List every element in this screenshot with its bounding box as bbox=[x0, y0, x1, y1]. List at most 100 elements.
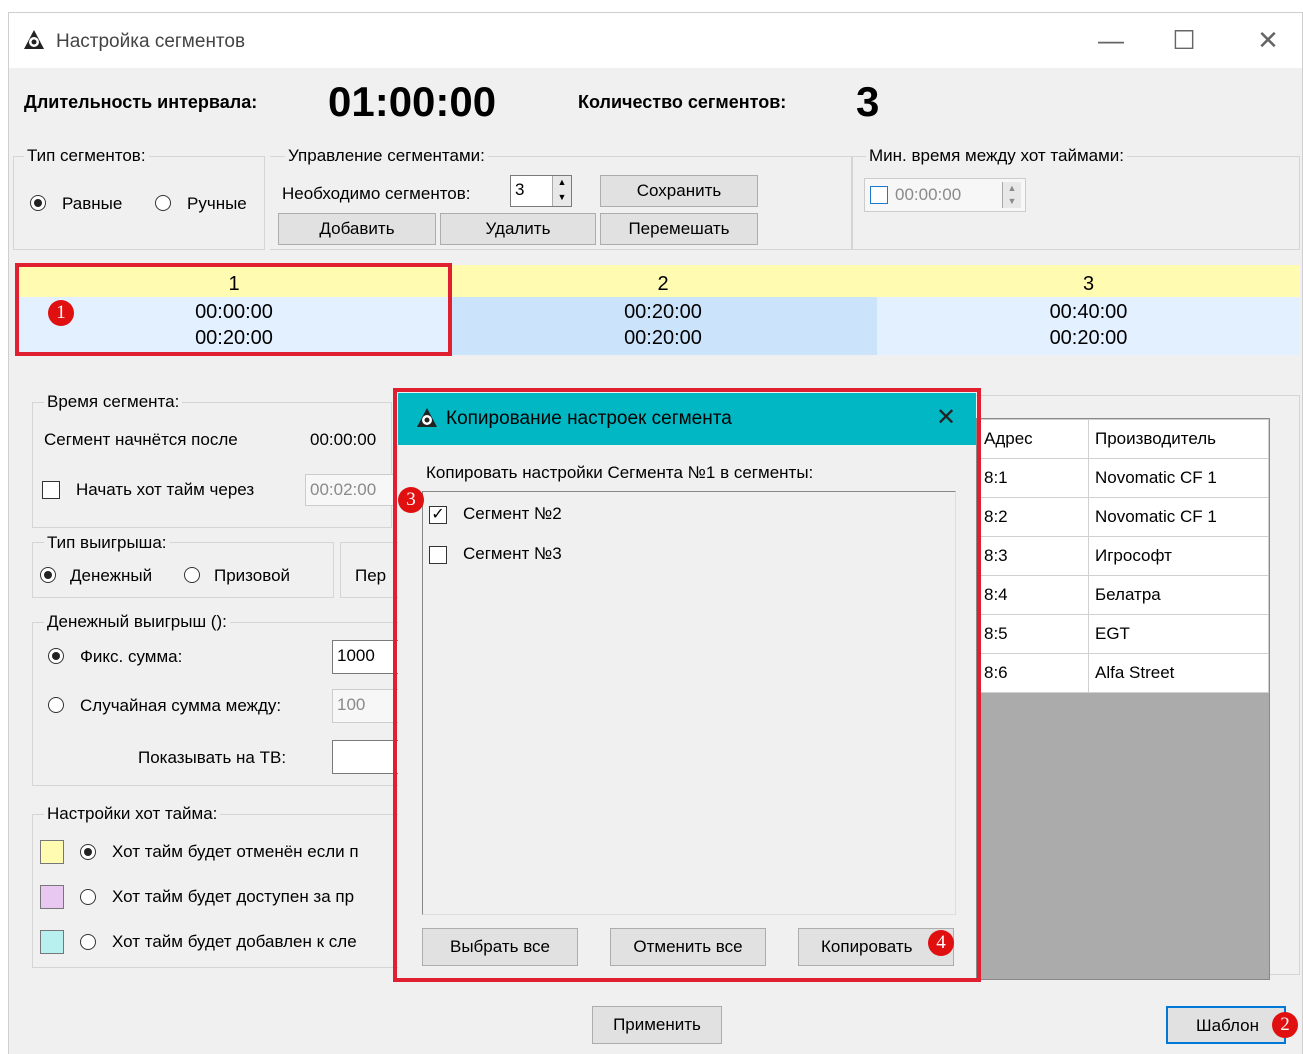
apply-button[interactable]: Применить bbox=[592, 1006, 722, 1044]
app-logo-icon bbox=[24, 30, 44, 49]
segment-start: 00:40:00 bbox=[1049, 301, 1128, 323]
random-sum-radio[interactable] bbox=[48, 697, 64, 713]
min-time-value: 00:00:00 bbox=[895, 185, 962, 204]
min-time-input[interactable]: 00:00:00 ▲ ▼ bbox=[864, 178, 1026, 212]
spin-down-icon[interactable]: ▼ bbox=[552, 191, 571, 206]
equal-radio-label: Равные bbox=[62, 194, 123, 213]
address-cell: 8:1 bbox=[977, 458, 1089, 498]
starts-after-label: Сегмент начнётся после bbox=[44, 430, 238, 449]
fixed-sum-input[interactable]: 1000 bbox=[332, 640, 402, 674]
table-row[interactable]: 8:5 EGT bbox=[977, 614, 1269, 654]
table-row[interactable]: 8:2 Novomatic CF 1 bbox=[977, 497, 1269, 537]
segment-count-value: 3 bbox=[856, 78, 880, 125]
min-spin-up-icon[interactable]: ▲ bbox=[1002, 182, 1021, 195]
address-cell: 8:4 bbox=[977, 575, 1089, 615]
manual-radio-label: Ручные bbox=[187, 194, 247, 213]
title-bar: Настройка сегментов — ☐ ✕ bbox=[9, 13, 1302, 68]
hot-start-label: Начать хот тайм через bbox=[76, 480, 255, 499]
duration-value: 01:00:00 bbox=[328, 78, 497, 125]
needed-segments-value: 3 bbox=[515, 180, 525, 199]
segment-time-group-label: Время сегмента: bbox=[44, 392, 183, 412]
minimize-icon[interactable]: — bbox=[1096, 25, 1126, 55]
min-time-group-label: Мин. время между хот таймами: bbox=[866, 146, 1128, 166]
window-title: Настройка сегментов bbox=[56, 31, 246, 52]
min-time-checkbox[interactable] bbox=[870, 186, 888, 204]
min-spin-down-icon[interactable]: ▼ bbox=[1002, 195, 1021, 208]
segment-type-group-label: Тип сегментов: bbox=[24, 146, 149, 166]
random-sum-input[interactable]: 100 bbox=[332, 689, 402, 723]
prize-radio[interactable] bbox=[184, 567, 200, 583]
needed-segments-stepper[interactable]: 3 ▲ ▼ bbox=[510, 175, 572, 207]
shuffle-button[interactable]: Перемешать bbox=[600, 213, 758, 245]
devices-grid: Адрес Производитель 8:1 Novomatic CF 1 8:… bbox=[976, 418, 1270, 980]
manual-radio[interactable] bbox=[155, 195, 171, 211]
add-button[interactable]: Добавить bbox=[278, 213, 436, 245]
marker-3: 3 bbox=[398, 487, 424, 513]
segment-tile-2[interactable]: 2 00:20:00 00:20:00 bbox=[449, 265, 877, 355]
marker-4: 4 bbox=[928, 930, 954, 956]
starts-after-value: 00:00:00 bbox=[310, 430, 377, 449]
win-type-group-label: Тип выигрыша: bbox=[44, 533, 170, 553]
show-on-tv-label: Показывать на ТВ: bbox=[138, 748, 287, 767]
segment-duration: 00:20:00 bbox=[1049, 327, 1128, 349]
color-swatch-purple[interactable] bbox=[40, 885, 64, 909]
maker-header[interactable]: Производитель bbox=[1088, 419, 1269, 459]
segment-mgmt-group-label: Управление сегментами: bbox=[285, 146, 488, 166]
hot-option-2-radio[interactable] bbox=[80, 889, 96, 905]
hot-option-2-label: Хот тайм будет доступен за пр bbox=[112, 887, 355, 906]
address-cell: 8:3 bbox=[977, 536, 1089, 576]
segment-time-group bbox=[32, 402, 392, 528]
highlight-segment-1 bbox=[15, 263, 452, 356]
hot-start-input[interactable]: 00:02:00 bbox=[305, 474, 395, 506]
spin-up-icon[interactable]: ▲ bbox=[552, 176, 571, 191]
money-radio[interactable] bbox=[40, 567, 56, 583]
segment-count-label: Количество сегментов: bbox=[578, 92, 787, 112]
maker-cell: Alfa Street bbox=[1088, 653, 1269, 693]
hot-option-3-radio[interactable] bbox=[80, 934, 96, 950]
address-cell: 8:5 bbox=[977, 614, 1089, 654]
equal-radio[interactable] bbox=[30, 195, 46, 211]
marker-1: 1 bbox=[48, 300, 74, 326]
fixed-sum-label: Фикс. сумма: bbox=[80, 647, 183, 666]
close-icon[interactable]: ✕ bbox=[1253, 25, 1283, 55]
maker-cell: Белатра bbox=[1088, 575, 1269, 615]
hot-settings-group-label: Настройки хот тайма: bbox=[44, 804, 221, 824]
segment-number: 3 bbox=[877, 265, 1300, 297]
prize-radio-label: Призовой bbox=[214, 566, 291, 585]
table-row[interactable]: 8:4 Белатра bbox=[977, 575, 1269, 615]
needed-segments-label: Необходимо сегментов: bbox=[282, 184, 471, 203]
segment-tile-3[interactable]: 3 00:40:00 00:20:00 bbox=[877, 265, 1300, 355]
duration-label: Длительность интервала: bbox=[24, 92, 258, 112]
segment-number: 2 bbox=[449, 265, 877, 297]
color-swatch-cyan[interactable] bbox=[40, 930, 64, 954]
table-row[interactable]: 8:1 Novomatic CF 1 bbox=[977, 458, 1269, 498]
random-sum-label: Случайная сумма между: bbox=[80, 696, 282, 715]
address-header[interactable]: Адрес bbox=[977, 419, 1089, 459]
address-cell: 8:6 bbox=[977, 653, 1089, 693]
hot-option-3-label: Хот тайм будет добавлен к сле bbox=[112, 932, 357, 951]
maximize-icon[interactable]: ☐ bbox=[1169, 25, 1199, 55]
maker-cell: EGT bbox=[1088, 614, 1269, 654]
color-swatch-yellow[interactable] bbox=[40, 840, 64, 864]
table-row[interactable]: 8:6 Alfa Street bbox=[977, 653, 1269, 693]
fixed-sum-radio[interactable] bbox=[48, 648, 64, 664]
marker-2: 2 bbox=[1272, 1012, 1298, 1038]
partial-group-label: Пер bbox=[355, 566, 387, 585]
segment-start: 00:20:00 bbox=[624, 301, 702, 323]
maker-cell: Novomatic CF 1 bbox=[1088, 497, 1269, 537]
segment-duration: 00:20:00 bbox=[624, 327, 702, 349]
hot-start-checkbox[interactable] bbox=[42, 481, 60, 499]
table-row[interactable]: 8:3 Игрософт bbox=[977, 536, 1269, 576]
save-button[interactable]: Сохранить bbox=[600, 175, 758, 207]
hot-option-1-label: Хот тайм будет отменён если п bbox=[112, 842, 359, 861]
devices-header-row: Адрес Производитель bbox=[977, 419, 1269, 459]
highlight-dialog bbox=[393, 388, 981, 982]
address-cell: 8:2 bbox=[977, 497, 1089, 537]
maker-cell: Novomatic CF 1 bbox=[1088, 458, 1269, 498]
money-win-group-label: Денежный выигрыш (): bbox=[44, 612, 230, 632]
show-on-tv-input[interactable] bbox=[332, 740, 402, 774]
template-button[interactable]: Шаблон bbox=[1166, 1006, 1286, 1044]
delete-button[interactable]: Удалить bbox=[440, 213, 596, 245]
hot-option-1-radio[interactable] bbox=[80, 844, 96, 860]
maker-cell: Игрософт bbox=[1088, 536, 1269, 576]
